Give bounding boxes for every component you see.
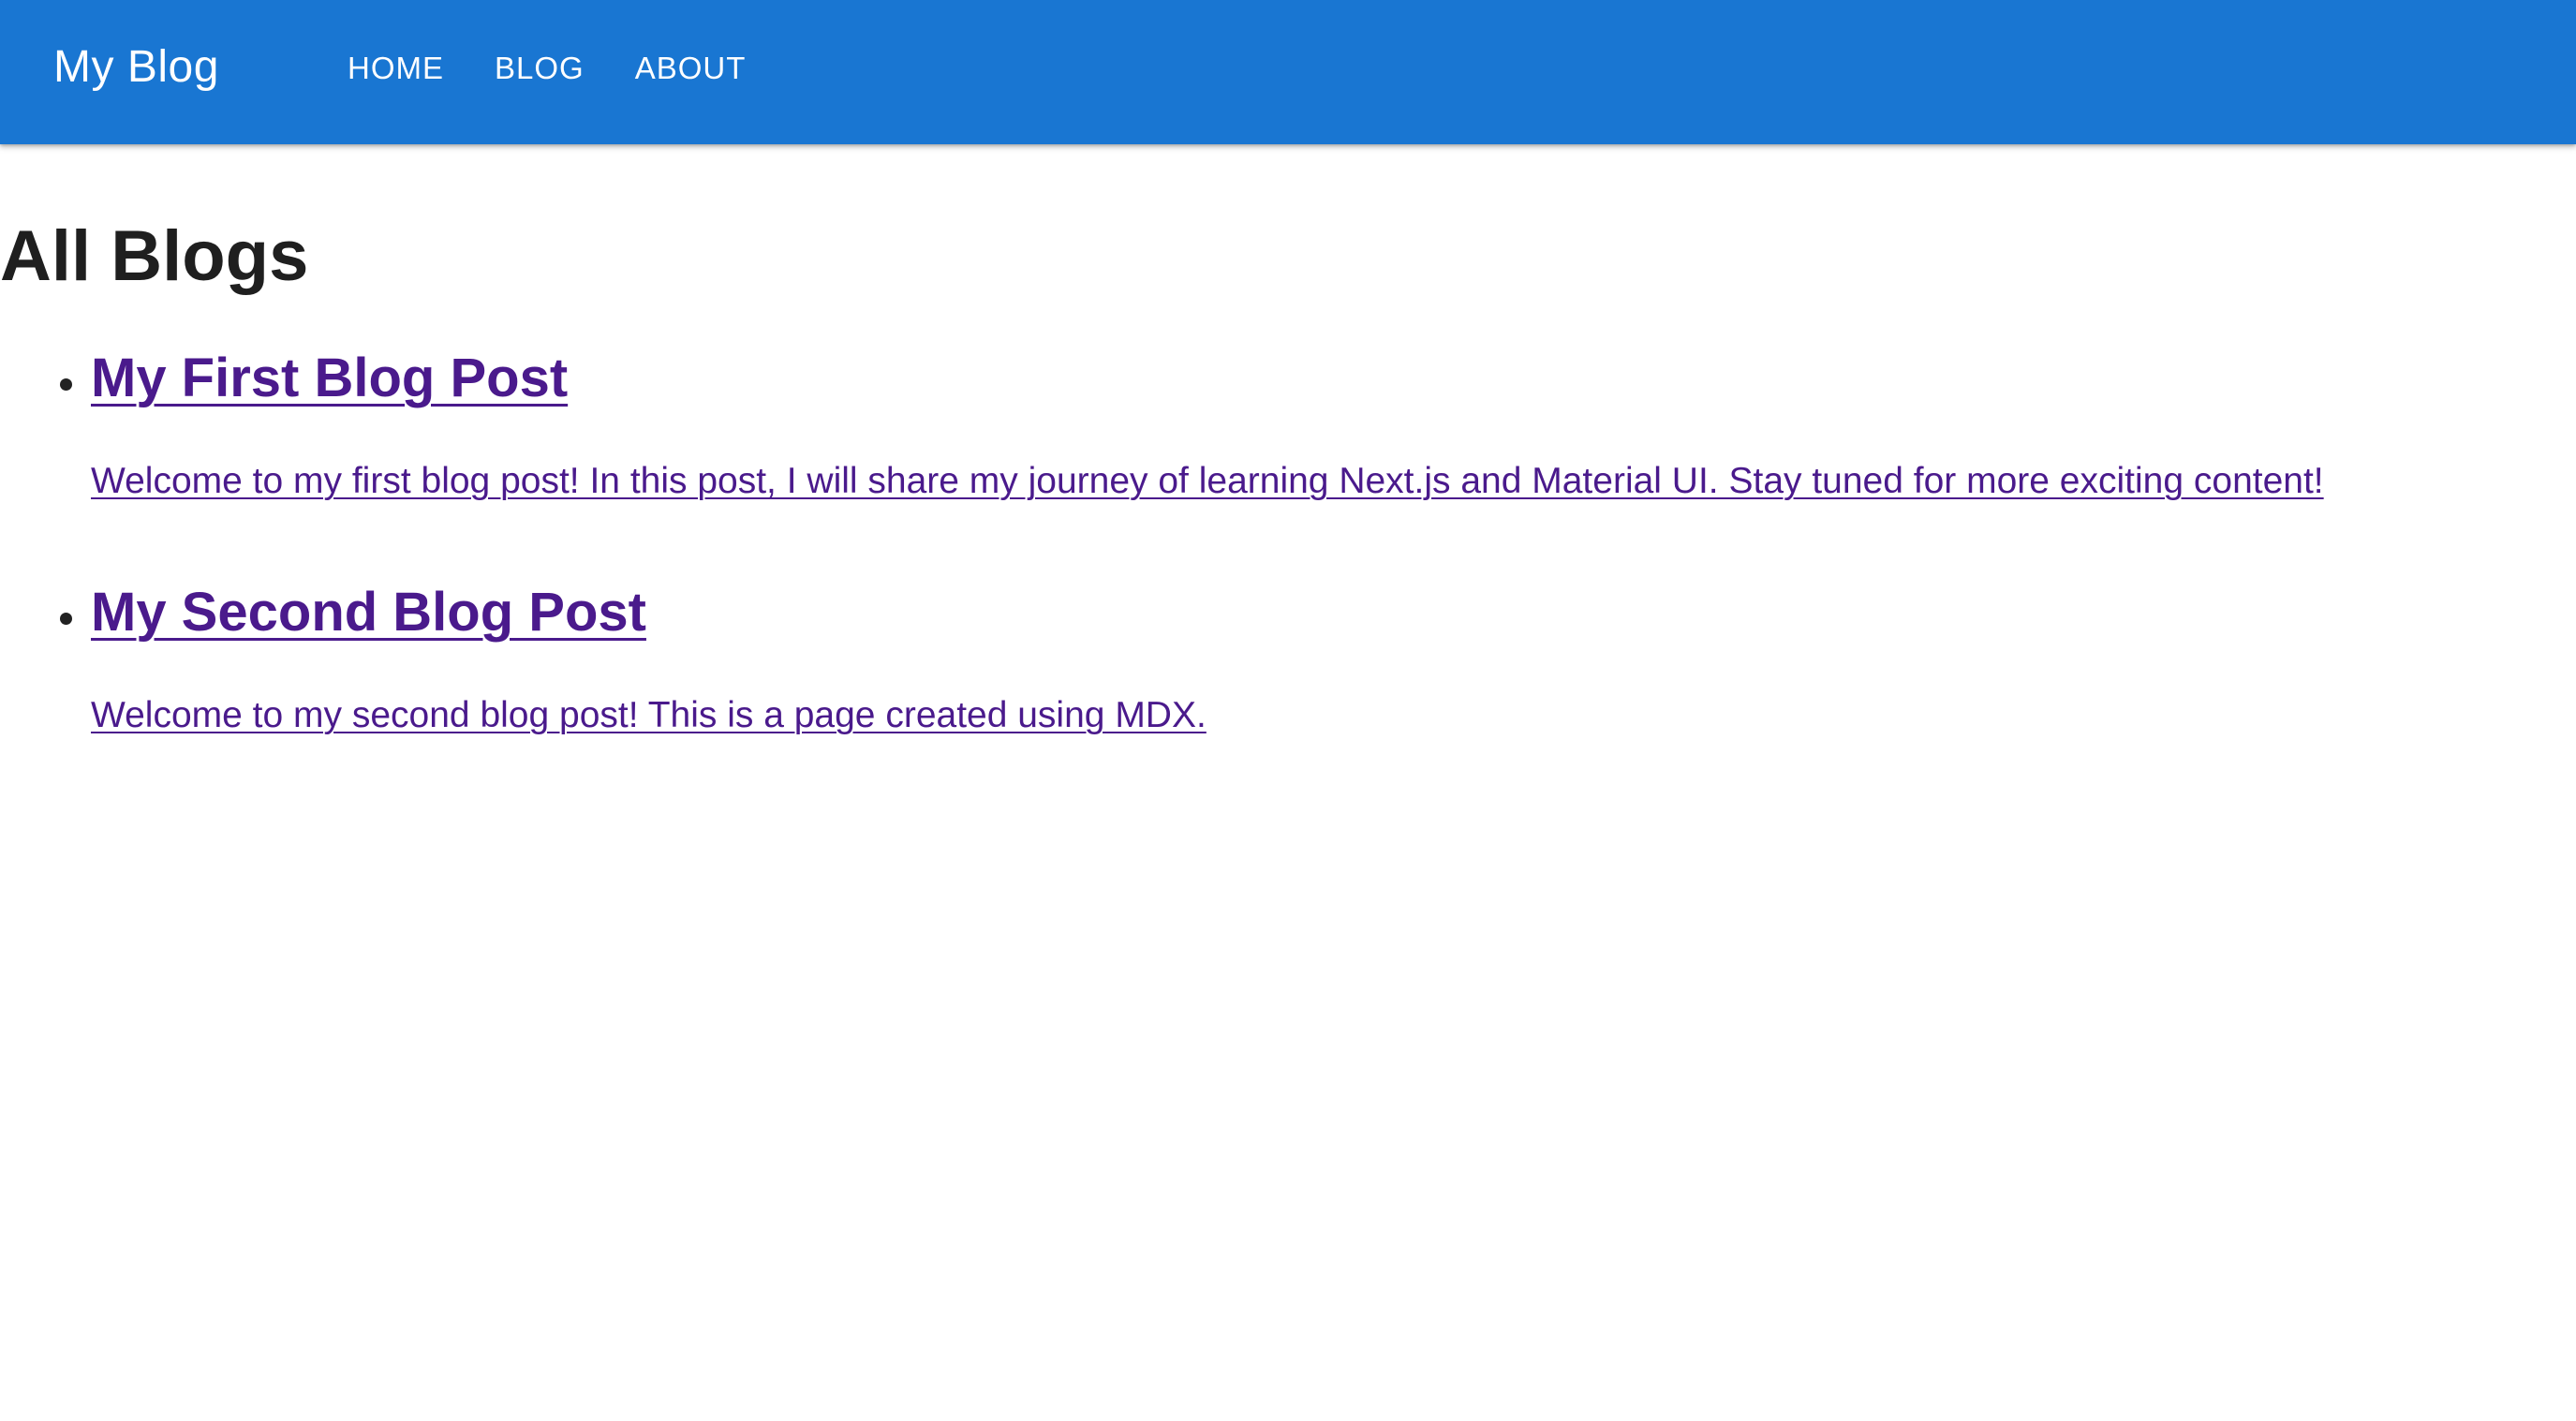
nav-about-button[interactable]: ABOUT [616,44,765,93]
post-list: My First Blog Post Welcome to my first b… [0,341,2576,809]
post-title-link[interactable]: My Second Blog Post [91,575,646,650]
page-title: All Blogs [0,216,309,296]
bullet-icon [60,378,72,391]
post-excerpt-link[interactable]: Welcome to my second blog post! This is … [91,689,1207,742]
list-item: My First Blog Post Welcome to my first b… [0,341,2576,575]
post-excerpt-link[interactable]: Welcome to my first blog post! In this p… [91,455,2324,508]
post-title-link[interactable]: My First Blog Post [91,341,568,416]
nav-home-button[interactable]: HOME [329,44,463,93]
bullet-icon [60,613,72,625]
nav-blog-button[interactable]: BLOG [476,44,603,93]
list-item: My Second Blog Post Welcome to my second… [0,575,2576,809]
app-bar: My Blog HOME BLOG ABOUT [0,0,2576,144]
brand-title[interactable]: My Blog [53,39,219,96]
top-nav: HOME BLOG ABOUT [322,44,771,93]
